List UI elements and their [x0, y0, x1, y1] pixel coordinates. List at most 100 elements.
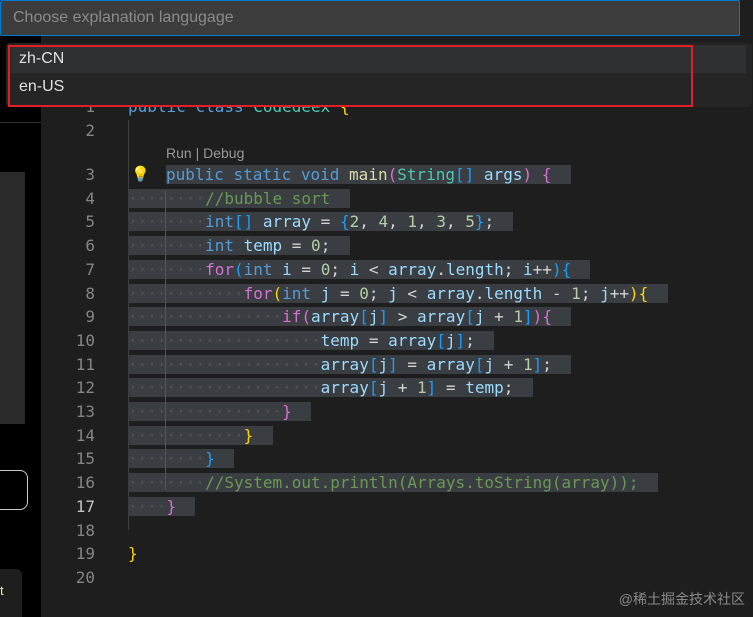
code-line[interactable]: ········//System.out.println(Arrays.toSt… [128, 471, 658, 495]
code-token: = [330, 283, 360, 303]
highlight-box [8, 45, 693, 107]
code-token: ········ [128, 449, 206, 469]
code-line[interactable]: ····················temp = array[j]; [128, 329, 495, 353]
code-token: static [233, 165, 292, 184]
code-line[interactable]: ····················array[j + 1] = temp; [128, 376, 533, 400]
codelens-run-debug[interactable]: Run | Debug [166, 145, 244, 161]
panel-scrollbar[interactable] [0, 172, 25, 424]
code-token: } [243, 425, 254, 445]
code-token: } [128, 544, 138, 564]
code-line[interactable]: ················} [128, 400, 312, 424]
language-quick-pick-input[interactable]: Choose explanation langugage [0, 0, 740, 36]
code-token: ; [330, 259, 350, 279]
code-token: + [494, 354, 524, 374]
code-token: ···················· [128, 354, 321, 374]
indent-guide [165, 190, 166, 490]
code-line[interactable]: ················if(array[j] > array[j + … [128, 305, 572, 329]
code-token: ············ [128, 283, 244, 303]
code-token: . [474, 283, 485, 303]
code-token: j [484, 354, 495, 374]
code-token: 5 [465, 212, 475, 232]
code-token: = [291, 259, 321, 279]
code-token: [] [233, 212, 254, 232]
code-line[interactable]: ············} [128, 424, 273, 448]
code-token: i [282, 259, 292, 279]
code-token: 1 [571, 283, 581, 303]
panel-tab[interactable]: t [0, 569, 22, 617]
code-token: { [541, 165, 552, 184]
code-line[interactable]: ····} [128, 495, 196, 519]
code-token: array [262, 212, 312, 232]
code-line[interactable]: ········for(int i = 0; i < array.length;… [128, 258, 591, 282]
line-number: 14 [75, 425, 95, 445]
code-token: 3 [436, 212, 446, 232]
code-token: < [397, 283, 427, 303]
code-token: - [542, 283, 572, 303]
line-number: 8 [85, 283, 95, 303]
code-token: 0 [359, 283, 369, 303]
code-token: j [388, 283, 398, 303]
watermark: @稀土掘金技术社区 [618, 591, 745, 607]
code-token: j [600, 283, 610, 303]
code-token: ] [523, 307, 533, 327]
line-number: 5 [85, 212, 95, 232]
panel-input[interactable] [0, 470, 28, 510]
code-token: ( [387, 165, 398, 184]
code-token: { [339, 212, 350, 232]
code-token: //bubble sort [205, 188, 331, 208]
code-token: temp [465, 378, 504, 398]
code-token: ···················· [128, 378, 321, 398]
code-token: , [417, 212, 437, 232]
code-token: ············ [128, 425, 244, 445]
code-token: 1 [523, 354, 533, 374]
code-token: //System.out.println(Arrays.toString(arr… [205, 473, 639, 493]
code-token: ···················· [128, 330, 321, 350]
code-token: > [388, 307, 418, 327]
code-line[interactable]: } [128, 542, 138, 566]
code-line[interactable]: ········} [128, 447, 234, 471]
code-line[interactable]: ········int[] array = {2, 4, 1, 3, 5}; [128, 210, 514, 234]
code-token: ++ [532, 259, 552, 279]
code-token: ] [455, 330, 466, 350]
code-token: int [205, 212, 234, 232]
lightbulb-icon[interactable]: 💡 [131, 165, 150, 183]
code-token: { [542, 307, 552, 327]
code-token: ········ [128, 259, 206, 279]
code-token: } [282, 402, 292, 421]
code-token: array [388, 259, 437, 279]
code-line[interactable]: ········//bubble sort [128, 187, 350, 211]
line-number: 3 [85, 165, 95, 184]
code-token: ) [522, 165, 533, 184]
code-token: 0 [311, 236, 321, 256]
code-line[interactable]: public static void main(String[] args) { [166, 163, 571, 187]
code-token: int [282, 283, 312, 303]
code-token: = [436, 378, 466, 398]
code-token: ; [503, 378, 514, 398]
code-token: array [320, 354, 369, 374]
code-token: { [561, 259, 572, 279]
code-line[interactable]: ············for(int j = 0; j < array.len… [128, 282, 668, 306]
code-token: ) [551, 259, 562, 279]
code-token: , [359, 212, 379, 232]
code-token: } [166, 496, 177, 516]
code-token: main [349, 165, 388, 184]
code-token: ) [532, 307, 543, 327]
code-token: j [445, 330, 456, 350]
code-token: ] [388, 354, 398, 374]
line-number: 20 [75, 567, 95, 587]
line-number: 17 [75, 496, 95, 516]
code-token: j [378, 378, 389, 398]
code-line[interactable]: ····················array[j] = array[j +… [128, 353, 572, 377]
code-line[interactable]: ········int temp = 0; [128, 234, 350, 258]
code-token: ; [542, 354, 552, 374]
code-token: ++ [609, 283, 630, 303]
code-token: ········ [128, 236, 206, 256]
line-number: 9 [85, 307, 95, 327]
code-token: = [397, 354, 427, 374]
code-token: ] [426, 378, 437, 398]
